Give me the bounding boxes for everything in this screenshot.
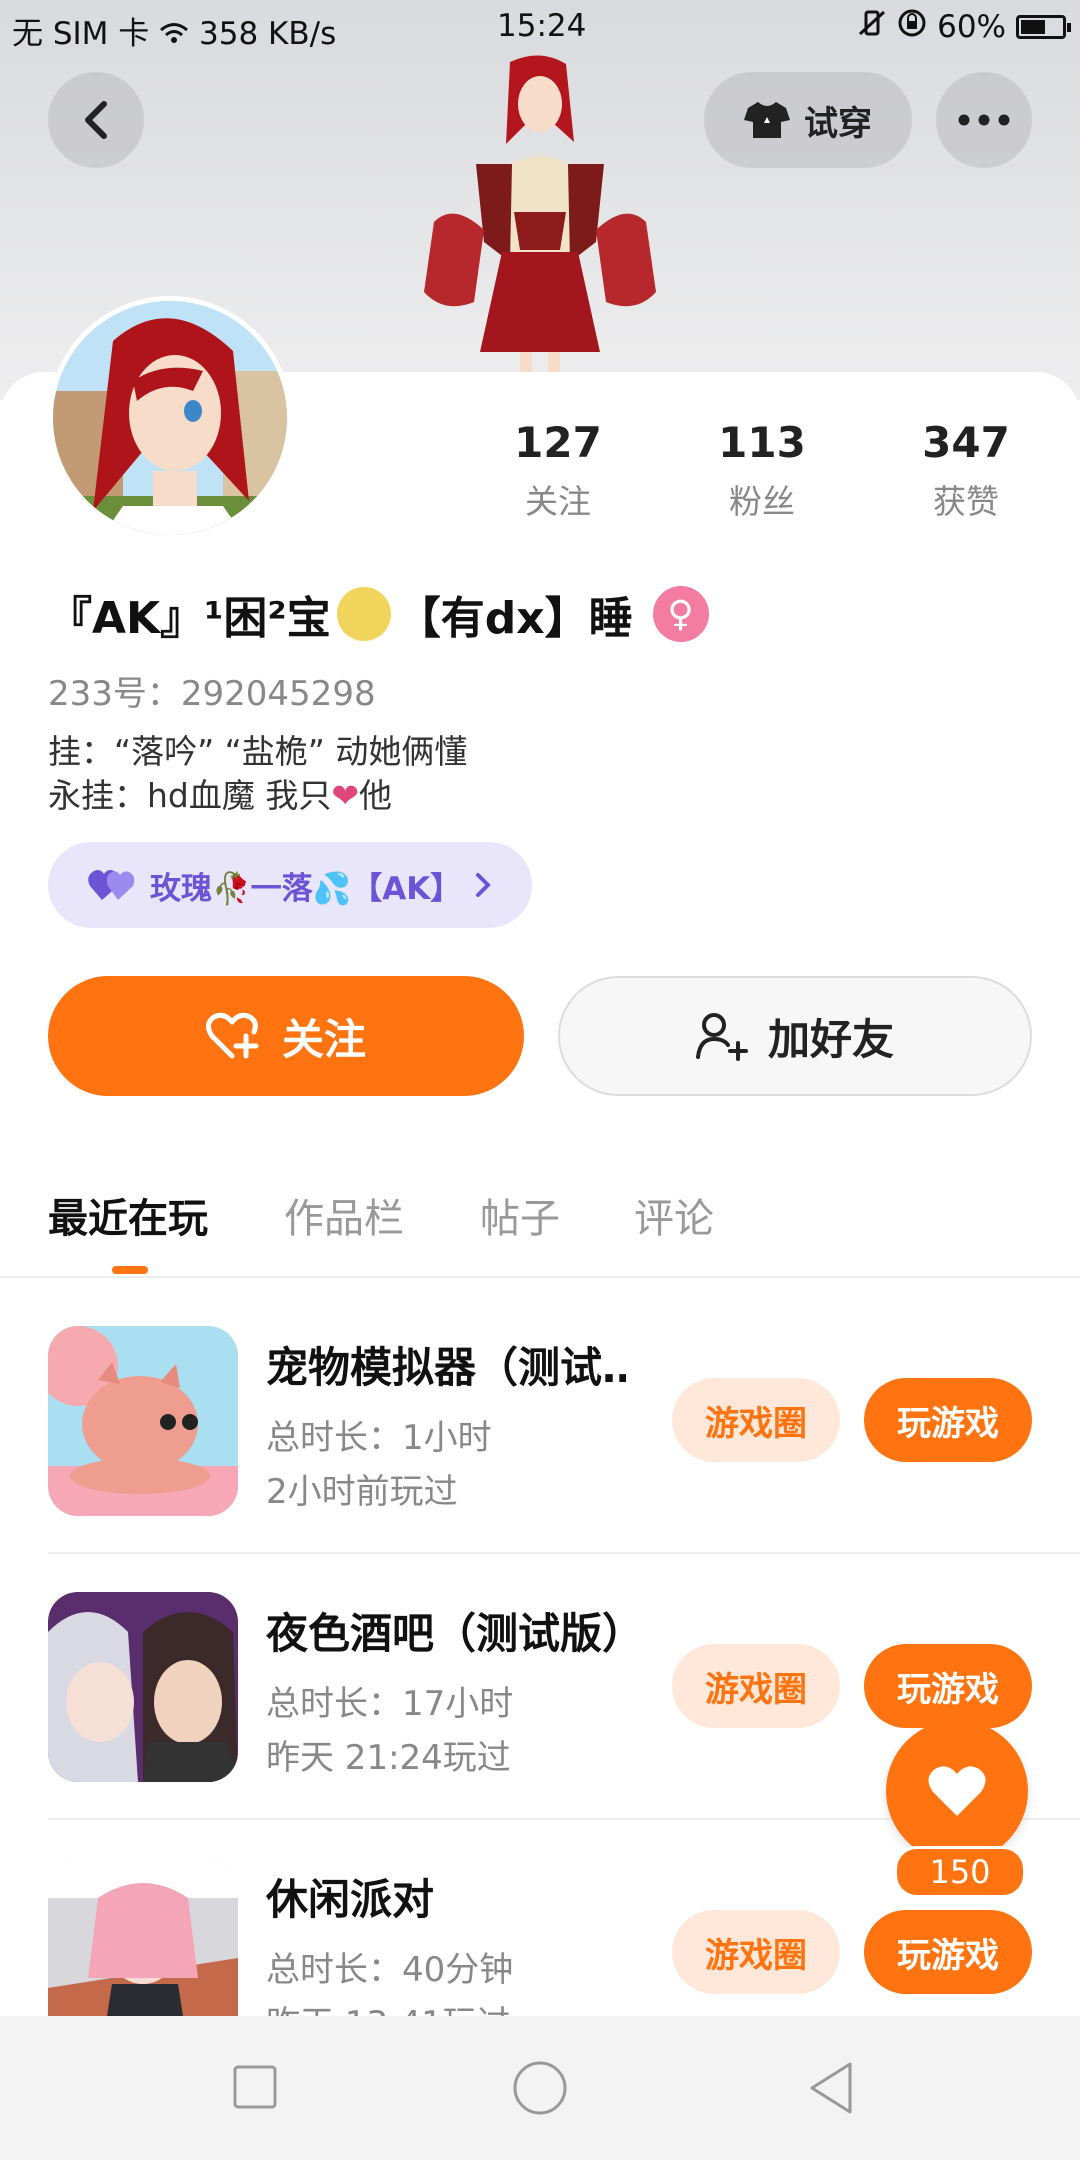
nickname: 『AK』¹困²宝 【有dx】睡 ♀	[48, 582, 709, 646]
heart-icon	[928, 1766, 986, 1816]
game-last-played: 昨天 21:24玩过	[266, 1738, 511, 1778]
sim-status: 无 SIM 卡	[12, 16, 150, 52]
game-last-played: 2小时前玩过	[266, 1472, 458, 1512]
game-icon	[48, 1326, 238, 1516]
tab-divider	[0, 1276, 1080, 1278]
game-circle-button[interactable]: 游戏圈	[672, 1910, 840, 1994]
status-time: 15:24	[497, 8, 587, 44]
stat-number: 347	[922, 418, 1010, 467]
follow-button[interactable]: 关注	[48, 976, 524, 1096]
back-nav-icon[interactable]	[806, 2060, 856, 2116]
recent-apps-icon[interactable]	[232, 2064, 278, 2110]
add-friend-button[interactable]: 加好友	[558, 976, 1032, 1096]
game-circle-button[interactable]: 游戏圈	[672, 1378, 840, 1462]
moon-face-icon	[336, 587, 391, 641]
status-right: 60%	[857, 8, 1071, 46]
bio-line-2-text-a: 永挂：hd血魔 我只	[48, 776, 332, 815]
avatar[interactable]	[48, 296, 292, 540]
chevron-right-icon	[476, 873, 492, 897]
stat-likes[interactable]: 347 获赞	[886, 418, 1046, 523]
tab-posts[interactable]: 帖子	[480, 1186, 560, 1244]
avatar-character-figure	[424, 55, 656, 372]
game-name: 休闲派对	[266, 1875, 435, 1924]
tab-works[interactable]: 作品栏	[284, 1186, 404, 1244]
game-last-played: 昨天 13:41玩过	[266, 1996, 511, 2016]
try-on-label: 试穿	[804, 103, 872, 144]
shirt-icon	[744, 102, 790, 138]
bio: 挂：“落吟” “盐桅” 动她俩懂 永挂：hd血魔 我只❤他	[48, 730, 467, 818]
battery-icon	[1016, 15, 1071, 39]
like-count: 150	[894, 1846, 1026, 1898]
bio-line-2: 永挂：hd血魔 我只❤他	[48, 774, 467, 818]
vibrate-icon	[857, 9, 887, 45]
game-duration: 总时长：17小时	[266, 1684, 514, 1724]
game-name: 宠物模拟器（测试…	[266, 1343, 626, 1392]
nickname-part2: 【有dx】睡	[396, 593, 633, 644]
game-icon	[48, 1858, 238, 2016]
cp-relationship-chip[interactable]: 玫瑰🥀一落💦【AK】	[48, 842, 532, 928]
tab-recently-played[interactable]: 最近在玩	[48, 1186, 208, 1244]
game-name: 夜色酒吧（测试版）	[266, 1609, 626, 1658]
back-button[interactable]	[48, 72, 144, 168]
try-on-button[interactable]: 试穿	[704, 72, 912, 168]
status-bar: 无 SIM 卡 358 KB/s 15:24 60%	[0, 0, 1080, 56]
stat-fans[interactable]: 113 粉丝	[682, 418, 842, 523]
more-button[interactable]	[936, 72, 1032, 168]
play-game-button[interactable]: 玩游戏	[864, 1910, 1032, 1994]
add-user-icon	[695, 1013, 748, 1061]
user-id: 233号：292045298	[48, 674, 376, 714]
heart-plus-icon	[205, 1012, 259, 1059]
system-nav-bar	[0, 2016, 1080, 2160]
home-icon[interactable]	[512, 2060, 568, 2116]
game-duration: 总时长：40分钟	[266, 1950, 514, 1990]
stat-label: 关注	[525, 482, 591, 521]
stat-number: 127	[514, 418, 602, 467]
status-left: 无 SIM 卡 358 KB/s	[12, 8, 336, 53]
more-dots-icon	[958, 114, 1010, 126]
chevron-left-icon	[85, 101, 107, 139]
game-circle-button[interactable]: 游戏圈	[672, 1644, 840, 1728]
battery-percent: 60%	[937, 9, 1006, 45]
play-game-button[interactable]: 玩游戏	[864, 1644, 1032, 1728]
game-icon	[48, 1592, 238, 1782]
bio-line-2-text-b: 他	[359, 776, 393, 815]
avatar-image	[53, 301, 287, 535]
follow-label: 关注	[281, 1014, 366, 1064]
stat-label: 粉丝	[729, 482, 795, 521]
stat-following[interactable]: 127 关注	[478, 418, 638, 523]
stat-number: 113	[718, 418, 806, 467]
bio-line-1: 挂：“落吟” “盐桅” 动她俩懂	[48, 732, 468, 771]
nickname-part1: 『AK』¹困²宝	[48, 593, 331, 644]
female-icon: ♀	[652, 586, 709, 642]
double-heart-icon	[88, 870, 135, 900]
active-tab-indicator	[112, 1266, 148, 1274]
like-button[interactable]	[886, 1720, 1028, 1862]
network-speed: 358 KB/s	[199, 16, 337, 52]
add-friend-label: 加好友	[767, 1014, 894, 1064]
tab-comments[interactable]: 评论	[634, 1186, 714, 1244]
game-duration: 总时长：1小时	[266, 1418, 492, 1458]
stat-label: 获赞	[933, 482, 999, 521]
wifi-icon	[159, 16, 199, 52]
cp-label: 玫瑰🥀一落💦【AK】	[150, 870, 462, 907]
row-divider	[48, 1552, 1080, 1554]
heart-icon: ❤	[331, 776, 360, 815]
lock-rotation-icon	[897, 8, 927, 46]
play-game-button[interactable]: 玩游戏	[864, 1378, 1032, 1462]
battery-fill	[1021, 20, 1045, 34]
